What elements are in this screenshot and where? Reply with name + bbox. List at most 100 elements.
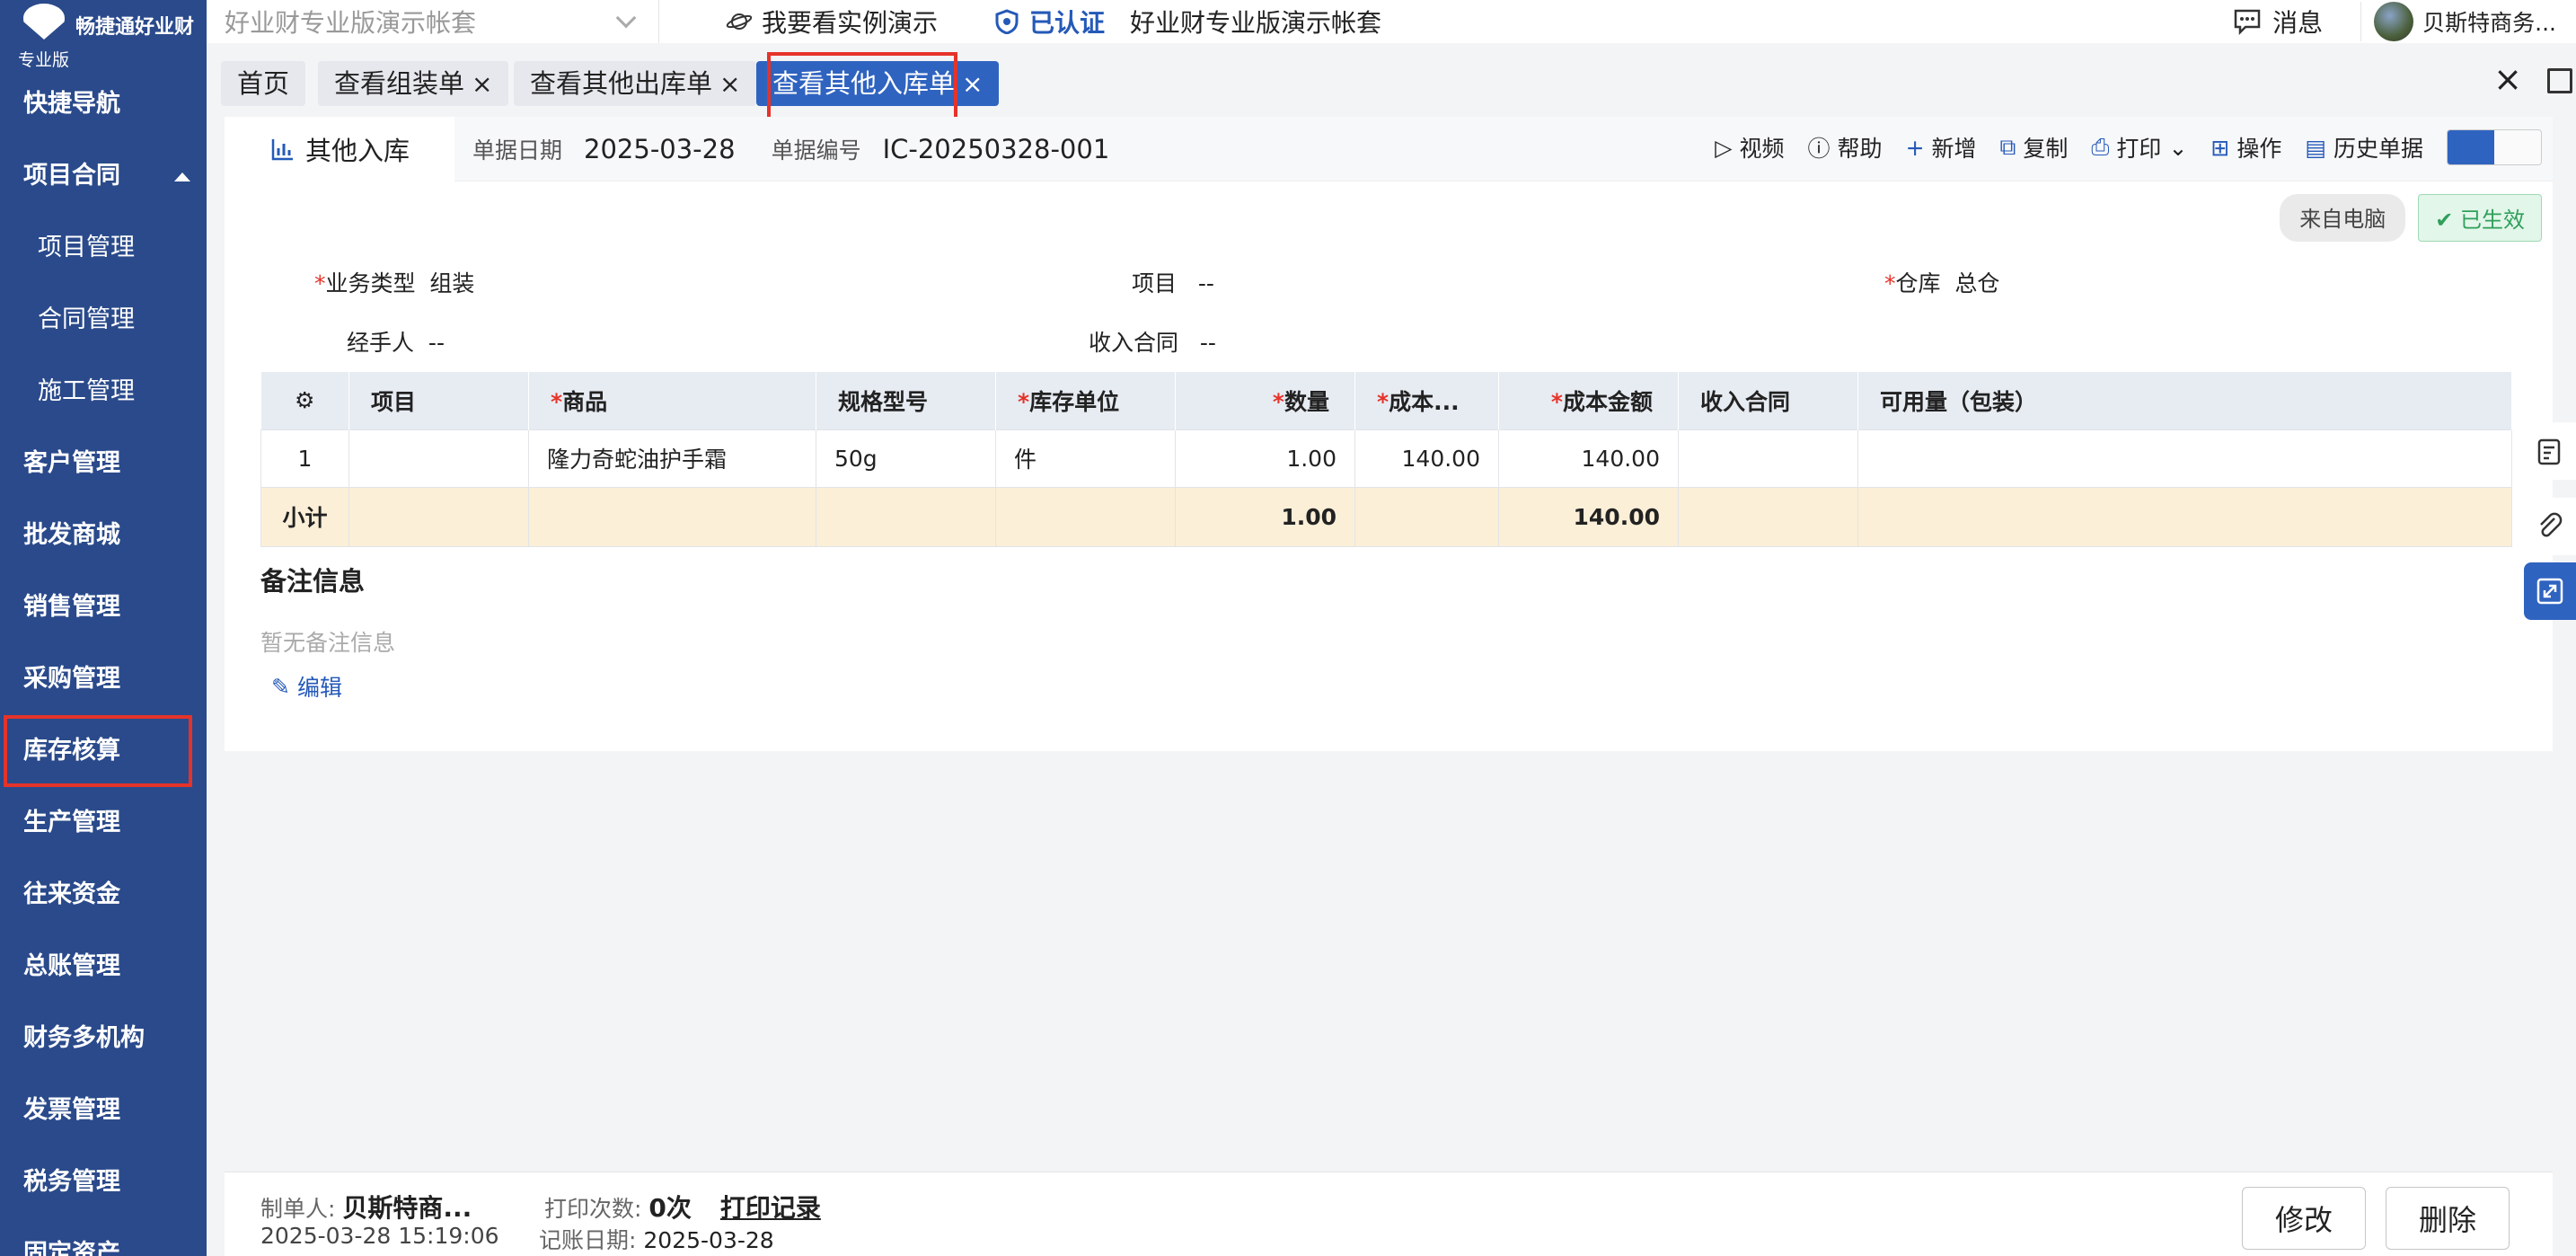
print-label: 打印 — [2116, 136, 2162, 162]
nav-wholesale[interactable]: 批发商城 — [0, 500, 207, 571]
cell-spec: 50g — [816, 429, 996, 488]
nav-inventory[interactable]: 库存核算 — [4, 715, 192, 787]
status-badge: ✔ 已生效 — [2418, 194, 2542, 242]
document-header: 其他入库 单据日期 2025-03-28 单据编号 IC-20250328-00… — [225, 116, 2553, 181]
chevron-down-icon — [615, 7, 637, 29]
clipboard-icon[interactable] — [2524, 422, 2576, 480]
status-badges: 来自电脑 ✔ 已生效 — [2280, 194, 2542, 242]
nav-tax[interactable]: 税务管理 — [0, 1146, 207, 1218]
subtotal-empty — [1354, 486, 1499, 547]
handler-value: -- — [428, 330, 445, 356]
help-button[interactable]: ⓘ 帮助 — [1808, 131, 1883, 164]
header-label: 库存单位 — [1029, 388, 1120, 415]
project-value: -- — [1197, 270, 1214, 296]
nav-funds[interactable]: 往来资金 — [0, 859, 207, 931]
header-label: 成本金额 — [1562, 388, 1653, 415]
column-header: 可用量（包装） — [1857, 372, 2512, 429]
nav-production[interactable]: 生产管理 — [0, 787, 207, 859]
delete-button[interactable]: 删除 — [2386, 1187, 2510, 1250]
nav-ledger[interactable]: 总账管理 — [0, 931, 207, 1003]
column-settings-icon[interactable]: ⚙ — [260, 372, 349, 429]
nav-sales[interactable]: 销售管理 — [0, 571, 207, 643]
detail-view-icon[interactable] — [2494, 130, 2541, 164]
operate-label: 操作 — [2236, 136, 2282, 162]
copy-button[interactable]: ⧉ 复制 — [2000, 131, 2069, 164]
items-table: ⚙ 项目 *商品 规格型号 *库存单位 *数量 *成本... *成本金额 收入合… — [260, 372, 2512, 547]
modify-button[interactable]: 修改 — [2242, 1187, 2366, 1250]
nav-purchase[interactable]: 采购管理 — [0, 643, 207, 715]
subtotal-amount: 140.00 — [1498, 486, 1679, 547]
video-button[interactable]: ▷ 视频 — [1715, 131, 1784, 164]
print-count-label: 打印次数: — [544, 1196, 642, 1222]
cell-qty: 1.00 — [1175, 429, 1355, 488]
nav-project-contract[interactable]: 项目合同 — [0, 140, 207, 212]
history-label: 历史单据 — [2333, 136, 2423, 162]
close-icon[interactable]: × — [719, 69, 740, 99]
history-button[interactable]: ▤ 历史单据 — [2305, 131, 2423, 164]
table-row[interactable]: 1 隆力奇蛇油护手霜 50g 件 1.00 140.00 140.00 — [260, 429, 2512, 488]
doc-type-tab[interactable]: 其他入库 — [225, 116, 454, 181]
edit-label: 编辑 — [296, 675, 342, 701]
action-toolbar: ▷ 视频 ⓘ 帮助 + 新增 ⧉ 复制 ⎙ 打印 ⌄ ⊞ 操作 ▤ 历史单据 — [1715, 129, 2542, 165]
tab-label: 查看其他出库单 — [530, 68, 713, 99]
tab-other-outbound[interactable]: 查看其他出库单 × — [514, 61, 757, 106]
subtotal-qty: 1.00 — [1175, 486, 1355, 547]
close-all-icon[interactable]: × — [2493, 59, 2522, 99]
cell-amount: 140.00 — [1498, 429, 1679, 488]
shield-icon — [995, 9, 1019, 34]
nav-quick[interactable]: 快捷导航 — [0, 68, 207, 140]
edit-icon: ✎ — [271, 673, 290, 700]
print-button[interactable]: ⎙ 打印 ⌄ — [2091, 131, 2187, 164]
demo-link[interactable]: 我要看实例演示 — [726, 4, 938, 40]
tab-home[interactable]: 首页 — [221, 61, 306, 106]
expand-icon[interactable] — [2524, 562, 2576, 620]
subtotal-empty — [995, 486, 1176, 547]
messages-button[interactable]: 消息 — [2233, 4, 2323, 40]
nav-project-manage[interactable]: 项目管理 — [0, 212, 207, 284]
nav-invoice[interactable]: 发票管理 — [0, 1075, 207, 1146]
list-view-icon[interactable] — [2448, 130, 2494, 164]
nav-multi-org[interactable]: 财务多机构 — [0, 1003, 207, 1075]
help-icon: ⓘ — [1807, 136, 1831, 162]
print-count-value: 0次 — [648, 1193, 692, 1223]
close-icon[interactable]: × — [472, 69, 492, 99]
header-label: 成本... — [1389, 388, 1460, 415]
message-icon — [2234, 9, 2261, 35]
subtotal-empty — [528, 486, 816, 547]
nav-customer[interactable]: 客户管理 — [0, 428, 207, 500]
attachment-icon[interactable] — [2524, 498, 2576, 555]
chevron-down-icon[interactable]: ⌄ — [2168, 135, 2187, 161]
topbar: 好业财专业版演示帐套 我要看实例演示 已认证 好业财专业版演示帐套 消息 贝斯特… — [207, 0, 2576, 43]
column-header: 收入合同 — [1678, 372, 1858, 429]
close-icon[interactable]: × — [962, 69, 983, 99]
brand-edition: 专业版 — [18, 50, 70, 70]
nav-construction[interactable]: 施工管理 — [0, 356, 207, 428]
column-header: *库存单位 — [995, 372, 1176, 429]
column-header: 项目 — [348, 372, 529, 429]
subtotal-label: 小计 — [260, 486, 349, 547]
tab-label: 查看组装单 — [334, 68, 465, 99]
document-card: 其他入库 单据日期 2025-03-28 单据编号 IC-20250328-00… — [225, 116, 2553, 751]
biz-type-field: *业务类型 组装 — [314, 270, 475, 296]
doc-number: IC-20250328-001 — [882, 133, 1110, 164]
warehouse-field: *仓库 总仓 — [1884, 270, 2000, 296]
fullscreen-icon[interactable] — [2547, 68, 2572, 93]
edit-remark-link[interactable]: ✎ 编辑 — [271, 670, 342, 703]
check-icon: ✔ — [2435, 208, 2454, 233]
contract-field: 收入合同 -- — [1089, 325, 1216, 358]
account-select-value: 好业财专业版演示帐套 — [225, 8, 477, 38]
header-label: 商品 — [562, 388, 608, 415]
project-label: 项目 — [1132, 270, 1178, 296]
print-log-link[interactable]: 打印记录 — [720, 1193, 821, 1223]
messages-label: 消息 — [2272, 8, 2324, 38]
source-badge: 来自电脑 — [2280, 194, 2406, 242]
account-select[interactable]: 好业财专业版演示帐套 — [207, 0, 659, 43]
highlight-box — [767, 52, 957, 124]
nav-fixed-assets[interactable]: 固定资产 — [0, 1218, 207, 1256]
operate-button[interactable]: ⊞ 操作 — [2210, 131, 2281, 164]
new-button[interactable]: + 新增 — [1906, 131, 1977, 164]
nav-contract-manage[interactable]: 合同管理 — [0, 284, 207, 356]
grid-icon: ⊞ — [2210, 134, 2230, 161]
tab-assembly[interactable]: 查看组装单 × — [318, 61, 509, 106]
user-menu[interactable]: 贝斯特商务... — [2360, 2, 2556, 41]
